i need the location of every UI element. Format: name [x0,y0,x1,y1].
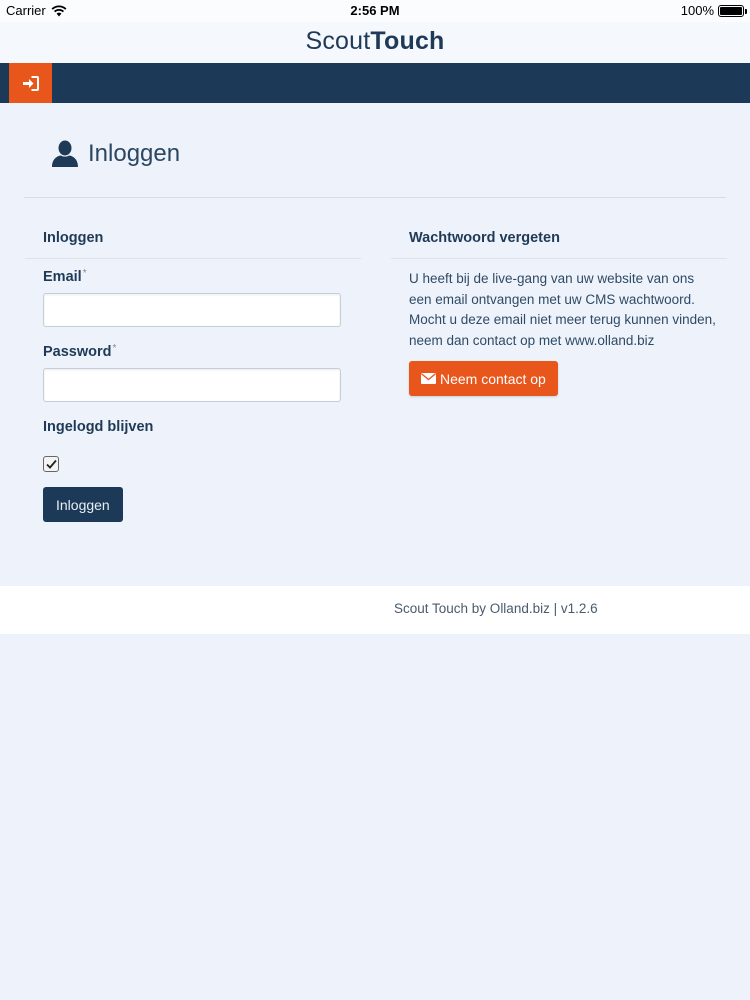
email-field[interactable] [43,293,341,327]
checkmark-icon [45,459,57,469]
section-divider [391,258,727,259]
forgot-help-text: U heeft bij de live-gang van uw website … [409,271,716,348]
logo-bold-text: Touch [370,27,445,55]
brand-bar: ScoutTouch [0,22,750,63]
page-title: Inloggen [88,140,181,167]
required-marker: * [112,343,117,354]
user-icon [52,140,78,167]
sign-in-icon [23,75,39,91]
remember-label: Ingelogd blijven [43,419,154,435]
battery-percent: 100% [680,3,714,18]
top-navbar [0,63,750,103]
footer-text: Scout Touch by Olland.biz | v1.2.6 [394,601,598,616]
status-time: 2:56 PM [350,3,400,18]
logo-light-text: Scout [305,27,371,55]
header-divider [24,197,726,198]
contact-button[interactable]: Neem contact op [409,361,558,396]
login-button[interactable]: Inloggen [43,487,123,522]
contact-button-label: Neem contact op [440,370,546,387]
login-nav-button[interactable] [9,63,52,103]
login-section-title: Inloggen [43,230,104,246]
password-field[interactable] [43,368,341,402]
email-label: Email [43,269,82,285]
battery-icon [718,4,747,17]
status-bar: Carrier 2:56 PM 100% [0,0,750,22]
forgot-password-section: Wachtwoord vergeten U heeft bij de live-… [391,218,727,396]
forgot-section-title: Wachtwoord vergeten [409,230,560,246]
required-marker: * [82,268,87,279]
envelope-icon [421,373,436,384]
page-header: Inloggen [25,140,180,168]
remember-checkbox[interactable] [43,456,59,472]
footer: Scout Touch by Olland.biz | v1.2.6 [0,586,750,634]
section-divider [25,258,361,259]
app-logo: ScoutTouch [305,27,444,56]
battery-info: 100% [680,3,747,18]
login-section: Inloggen Email* Password* Ingelogd blijv… [25,218,361,522]
password-label: Password [43,344,112,360]
